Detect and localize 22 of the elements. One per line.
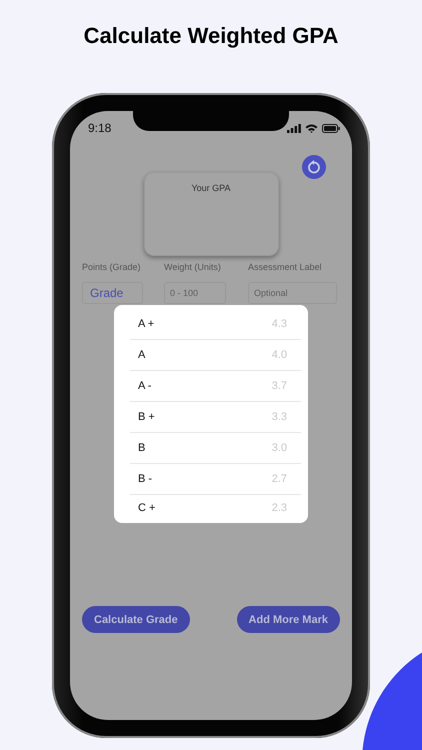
wifi-icon: [305, 124, 318, 132]
grade-option[interactable]: A +: [138, 318, 154, 330]
gpa-title: Your GPA: [191, 183, 231, 194]
grade-option[interactable]: C +: [138, 502, 156, 514]
status-time: 9:18: [88, 121, 112, 135]
column-label: Points (Grade): [82, 262, 142, 272]
reset-button[interactable]: [302, 155, 326, 179]
grade-option[interactable]: B -: [138, 473, 152, 485]
grade-option[interactable]: B +: [138, 411, 155, 423]
action-button[interactable]: Calculate Grade: [82, 606, 190, 633]
grade-option[interactable]: B: [138, 442, 146, 454]
reset-icon: [307, 160, 321, 174]
input-field[interactable]: Optional: [248, 282, 337, 304]
action-button[interactable]: Add More Mark: [236, 606, 340, 633]
grade-option[interactable]: A: [138, 349, 146, 361]
signal-icon: [287, 124, 301, 132]
column-label: Weight (Units): [164, 262, 222, 272]
column-label: Assessment Label: [248, 262, 323, 272]
headline: Calculate Weighted GPA: [84, 22, 338, 50]
battery-icon: [322, 124, 340, 132]
grade-option[interactable]: A -: [138, 380, 152, 392]
input-field[interactable]: 0 - 100: [164, 282, 226, 304]
